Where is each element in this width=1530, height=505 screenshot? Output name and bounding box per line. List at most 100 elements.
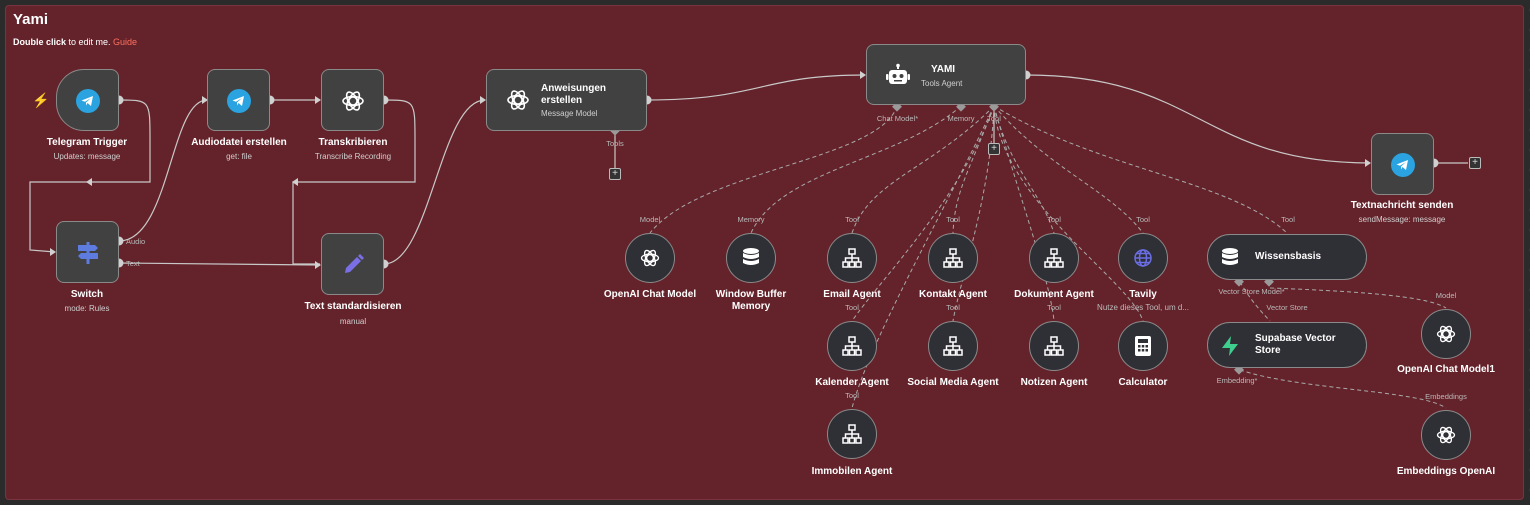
node-dokument-agent[interactable]	[1029, 233, 1079, 283]
edge-switch-text	[118, 262, 321, 266]
email-agent-label: Email Agent	[823, 289, 881, 300]
node-kontakt-agent[interactable]	[928, 233, 978, 283]
trigger-bolt-icon: ⚡	[32, 91, 50, 108]
add-tool-button[interactable]: +	[609, 168, 621, 180]
edge-yami-telegram	[1025, 74, 1371, 164]
kalender-agent-port: Tool	[845, 391, 859, 400]
pencil-icon	[340, 252, 366, 278]
switch-out-text: Text	[126, 259, 140, 268]
audiodatei-label: Audiodatei erstellen	[191, 137, 287, 148]
telegram-trigger-sub: Updates: message	[53, 152, 121, 161]
kontakt-agent-port: Tool	[946, 215, 960, 224]
node-yami-agent[interactable]: YAMI Tools Agent	[866, 44, 1026, 105]
openai-icon	[1435, 424, 1457, 446]
sitemap-icon	[842, 248, 862, 268]
email-agent-port-out: Tool	[845, 303, 859, 312]
node-transkribieren[interactable]	[321, 69, 384, 131]
kontakt-agent-port-out: Tool	[946, 303, 960, 312]
yami-label: YAMI	[931, 64, 956, 75]
node-switch[interactable]	[56, 221, 119, 283]
sitemap-icon	[943, 248, 963, 268]
openai-chat-port: Model	[639, 215, 661, 224]
anweisungen-port-tools: Tools	[606, 139, 624, 148]
node-wissensbasis[interactable]: Wissensbasis	[1207, 234, 1367, 280]
openai-icon	[639, 247, 661, 269]
add-tool-button[interactable]: +	[988, 143, 1000, 155]
textnachricht-label: Textnachricht senden	[1350, 200, 1454, 211]
node-supabase-vector-store[interactable]: Supabase Vector Store	[1207, 322, 1367, 368]
email-agent-port: Tool	[845, 215, 859, 224]
wissensbasis-port-vector-store: Vector Store	[1218, 287, 1260, 296]
supabase-bolt-icon	[1220, 335, 1240, 357]
dokument-agent-port-out: Tool	[1047, 303, 1061, 312]
text-standardisieren-label: Text standardisieren	[304, 301, 402, 312]
sitemap-icon	[842, 336, 862, 356]
workflow-canvas[interactable]: Yami Double click to edit me. Guide ⚡ Te…	[0, 0, 1530, 505]
telegram-icon	[76, 89, 100, 113]
add-node-button[interactable]: +	[1469, 157, 1481, 169]
yami-port-memory: Memory	[947, 114, 975, 123]
edge-switch-audio	[118, 99, 208, 242]
node-audiodatei[interactable]	[207, 69, 270, 131]
openai-icon	[505, 87, 531, 113]
node-calculator[interactable]	[1118, 321, 1168, 371]
node-openai-chat-model[interactable]	[625, 233, 675, 283]
tavily-sub: Nutze dieses Tool, um d...	[1097, 303, 1189, 312]
tavily-label: Tavily	[1129, 289, 1157, 300]
yami-sub: Tools Agent	[921, 79, 963, 88]
supabase-port: Vector Store	[1266, 303, 1308, 312]
wissensbasis-port-model: Model*	[1261, 287, 1285, 296]
supabase-port-embedding: Embedding*	[1216, 376, 1258, 385]
wissensbasis-label: Wissensbasis	[1255, 251, 1322, 262]
embeddings-label: Embeddings OpenAI	[1396, 466, 1496, 477]
robot-icon	[885, 63, 911, 89]
node-tavily[interactable]	[1118, 233, 1168, 283]
openai-chat-label: OpenAI Chat Model	[603, 289, 697, 300]
calculator-label: Calculator	[1118, 377, 1168, 388]
transkribieren-sub: Transcribe Recording	[314, 152, 392, 161]
node-notizen-agent[interactable]	[1029, 321, 1079, 371]
sitemap-icon	[943, 336, 963, 356]
switch-sub: mode: Rules	[64, 304, 110, 313]
switch-signpost-icon	[75, 240, 101, 266]
audiodatei-sub: get: file	[226, 152, 252, 161]
switch-label: Switch	[70, 289, 104, 300]
node-social-media-agent[interactable]	[928, 321, 978, 371]
node-telegram-trigger[interactable]	[56, 69, 119, 131]
node-anweisungen-erstellen[interactable]: Anweisungen erstellen Message Model	[486, 69, 647, 131]
openai-icon	[340, 88, 366, 114]
telegram-icon	[1391, 153, 1415, 177]
window-buffer-port: Memory	[737, 215, 765, 224]
telegram-icon	[227, 89, 251, 113]
database-icon	[741, 247, 761, 269]
node-immobilen-agent[interactable]	[827, 409, 877, 459]
wissensbasis-port: Tool	[1281, 215, 1295, 224]
node-openai-chat-model1[interactable]	[1421, 309, 1471, 359]
database-icon	[1220, 247, 1240, 269]
node-email-agent[interactable]	[827, 233, 877, 283]
immobilen-agent-label: Immobilen Agent	[811, 466, 893, 477]
kalender-agent-label: Kalender Agent	[815, 377, 889, 388]
node-kalender-agent[interactable]	[827, 321, 877, 371]
text-standardisieren-sub: manual	[339, 317, 367, 326]
openai-icon	[1435, 323, 1457, 345]
telegram-trigger-label: Telegram Trigger	[46, 137, 128, 148]
node-embeddings-openai[interactable]	[1421, 410, 1471, 460]
node-text-standardisieren[interactable]	[321, 233, 384, 295]
textnachricht-sub: sendMessage: message	[1358, 215, 1446, 224]
node-window-buffer-memory[interactable]	[726, 233, 776, 283]
sitemap-icon	[842, 424, 862, 444]
node-textnachricht-senden[interactable]	[1371, 133, 1434, 195]
globe-icon	[1133, 248, 1153, 268]
sitemap-icon	[1044, 336, 1064, 356]
yami-port-chat-model: Chat Model*	[876, 114, 919, 123]
switch-out-audio: Audio	[126, 237, 146, 246]
embeddings-port: Embeddings	[1425, 392, 1467, 401]
edge-anweisungen-yami	[646, 74, 866, 101]
calculator-icon	[1134, 335, 1152, 357]
sitemap-icon	[1044, 248, 1064, 268]
social-media-agent-label: Social Media Agent	[907, 377, 999, 388]
anweisungen-label: Anweisungen erstellen	[541, 83, 607, 106]
transkribieren-label: Transkribieren	[318, 137, 388, 148]
openai-chat1-port: Model	[1435, 291, 1457, 300]
